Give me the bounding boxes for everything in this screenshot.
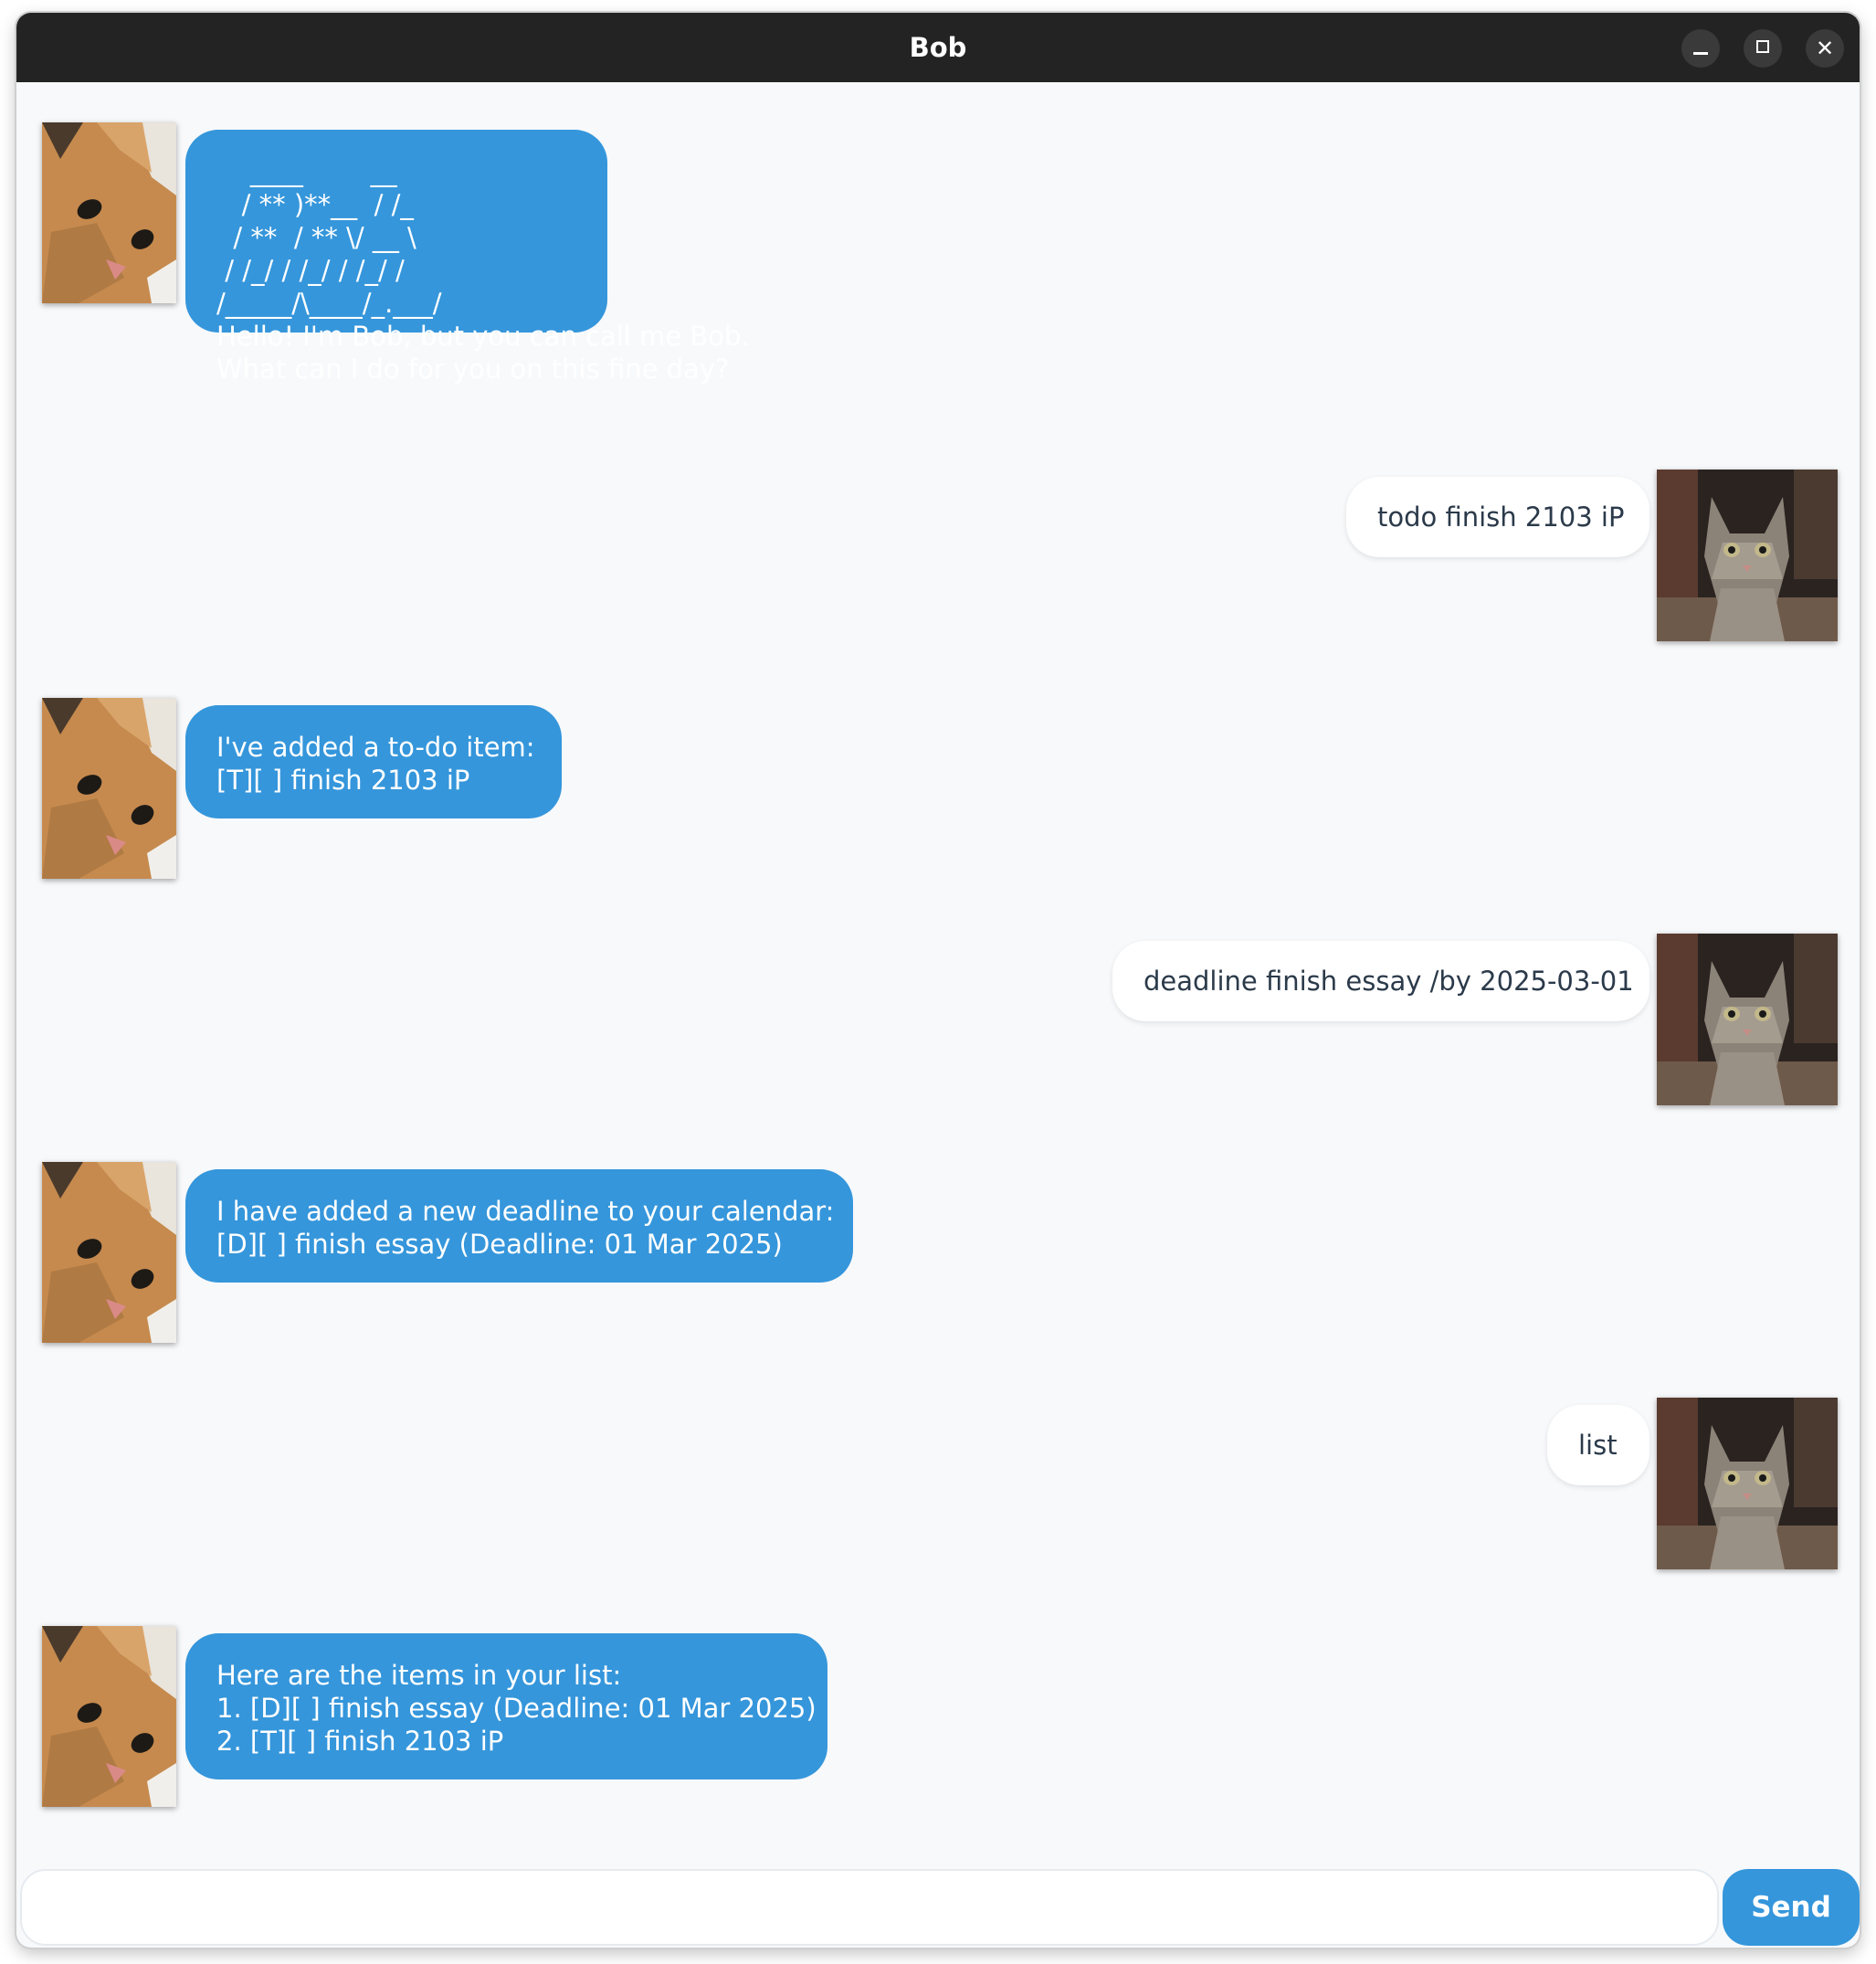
orange-cat-icon: [42, 698, 176, 879]
title-bar[interactable]: Bob ✕: [16, 13, 1860, 82]
bot-avatar: [42, 698, 176, 879]
user-avatar: [1657, 470, 1838, 641]
bot-avatar: [42, 122, 176, 303]
chat-scroll-area[interactable]: ____ __ / ** )**__ / /_ / ** / ** \/ __ …: [16, 82, 1860, 1864]
close-button[interactable]: ✕: [1806, 29, 1844, 68]
maximize-icon: [1756, 40, 1769, 53]
orange-cat-icon: [42, 122, 176, 303]
close-icon: ✕: [1815, 36, 1835, 61]
user-message-bubble: deadline finish essay /by 2025-03-01: [1112, 941, 1649, 1021]
bot-avatar: [42, 1626, 176, 1807]
bot-message-bubble: Here are the items in your list: 1. [D][…: [185, 1633, 827, 1779]
tabby-cat-icon: [1657, 1398, 1838, 1569]
user-avatar: [1657, 934, 1838, 1105]
bot-message-bubble: I've added a to-do item: [T][ ] finish 2…: [185, 705, 562, 818]
tabby-cat-icon: [1657, 934, 1838, 1105]
tabby-cat-icon: [1657, 470, 1838, 641]
user-message-bubble: list: [1547, 1405, 1649, 1485]
app-window: Bob ✕ ____ __ / **)**__ / /_ / ** / ** …: [16, 13, 1860, 1948]
minimize-icon: [1693, 52, 1708, 55]
orange-cat-icon: [42, 1162, 176, 1343]
message-input[interactable]: [20, 1869, 1719, 1946]
user-avatar: [1657, 1398, 1838, 1569]
bot-message-bubble: ____ __ / ** )**__ / /_ / ** / ** \/ __ …: [185, 130, 750, 385]
send-button[interactable]: Send: [1723, 1869, 1860, 1946]
minimize-button[interactable]: [1681, 29, 1720, 68]
bot-avatar: [42, 1162, 176, 1343]
user-message-bubble: todo finish 2103 iP: [1346, 477, 1649, 557]
window-title: Bob: [909, 32, 967, 63]
maximize-button[interactable]: [1744, 29, 1782, 68]
bot-message-bubble: I have added a new deadline to your cale…: [185, 1169, 853, 1283]
orange-cat-icon: [42, 1626, 176, 1807]
